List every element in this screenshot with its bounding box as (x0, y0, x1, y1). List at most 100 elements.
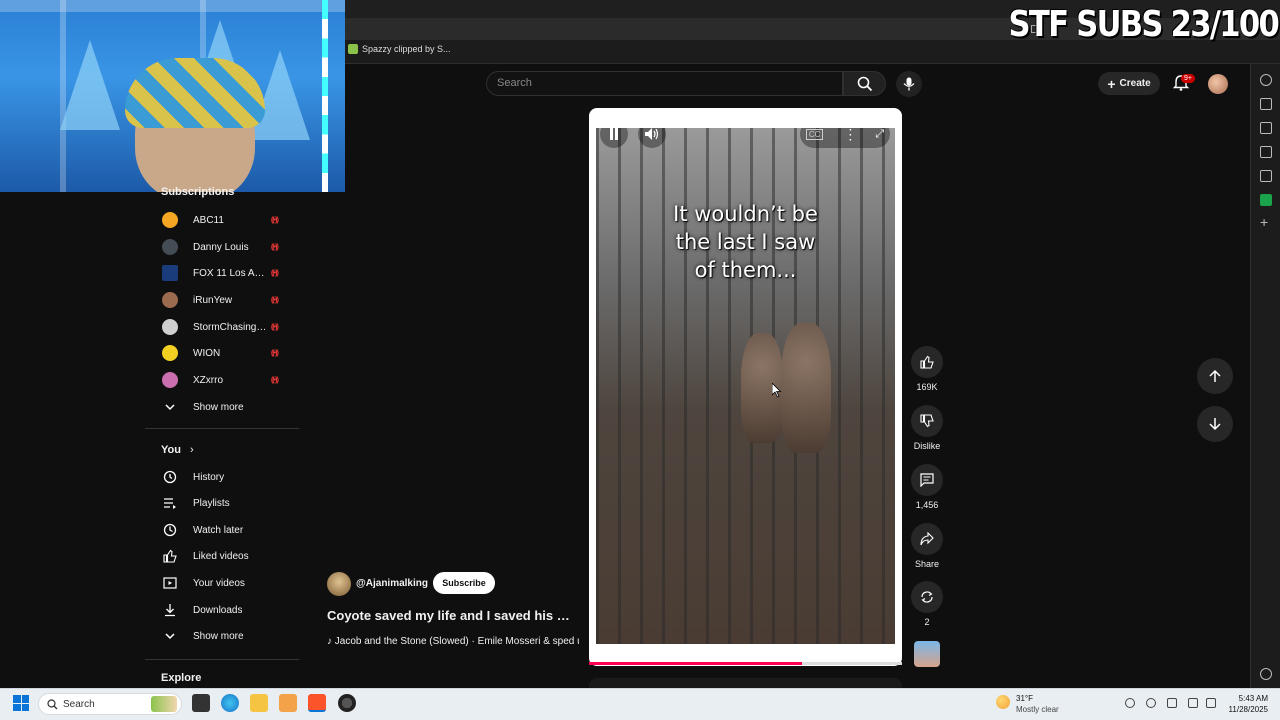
bookmark-favicon-icon (348, 44, 358, 54)
sidebar-item-playlists[interactable]: Playlists (145, 491, 295, 515)
weather-description: Mostly clear (1016, 705, 1059, 714)
sound-thumbnail[interactable] (914, 641, 940, 667)
sidebar-item-your-videos[interactable]: Your videos (145, 571, 295, 595)
channel-avatar (162, 319, 178, 335)
create-button[interactable]: + Create (1098, 72, 1160, 95)
like-button[interactable]: 169K (910, 346, 944, 392)
fullscreen-icon[interactable]: ⤢ (875, 128, 884, 141)
sidebar-item-downloads[interactable]: Downloads (145, 598, 295, 622)
tray-chevron-icon[interactable]: ^ (1102, 698, 1112, 708)
search-icon (857, 76, 872, 91)
volume-tray-icon[interactable] (1206, 698, 1216, 708)
subscription-item[interactable]: iRunYew ((•)) (145, 288, 295, 312)
live-icon: ((•)) (271, 296, 279, 304)
channel-avatar[interactable] (327, 572, 351, 596)
search-input[interactable]: Search (486, 71, 843, 96)
led-strip (322, 0, 328, 192)
microphone-tray-icon[interactable] (1167, 698, 1177, 708)
previous-short-button[interactable] (1197, 358, 1233, 394)
subscription-item[interactable]: Danny Louis ((•)) (145, 235, 295, 259)
live-icon: ((•)) (271, 349, 279, 357)
weather-icon[interactable] (996, 695, 1010, 709)
add-panel-icon[interactable]: + (1260, 214, 1268, 230)
you-label: You (161, 444, 181, 456)
remix-icon (921, 591, 933, 603)
voice-search-button[interactable] (896, 71, 922, 97)
share-label: Share (914, 559, 940, 569)
you-heading[interactable]: You › (161, 444, 194, 456)
coyote-figure (781, 323, 831, 453)
subscribe-button[interactable]: Subscribe (433, 572, 495, 594)
channel-name: XZxrro (193, 374, 223, 386)
captions-icon[interactable]: CC (805, 128, 824, 140)
more-options-icon[interactable]: ⋮ (843, 128, 857, 143)
sidebar-divider (145, 428, 299, 429)
sidebar-item-label: Watch later (193, 524, 244, 536)
account-avatar[interactable] (1208, 74, 1228, 94)
caption-line: of them... (694, 258, 797, 282)
kick-icon[interactable] (1260, 194, 1272, 206)
comment-icon (920, 473, 934, 487)
file-explorer-icon[interactable] (250, 694, 268, 712)
app-icon[interactable] (279, 694, 297, 712)
settings-gear-icon[interactable] (1260, 668, 1272, 680)
watch-later-icon (163, 523, 177, 537)
sidebar-item-history[interactable]: History (145, 465, 295, 489)
show-more-you[interactable]: Show more (145, 624, 295, 648)
notifications-badge: 9+ (1181, 74, 1195, 83)
tabs-icon[interactable] (1260, 98, 1272, 110)
network-icon[interactable] (1188, 698, 1198, 708)
sub-goal-overlay: STF SUBS 23/100 (1008, 4, 1279, 45)
arrow-up-icon (1209, 369, 1221, 382)
sidebar-item-watch-later[interactable]: Watch later (145, 518, 295, 542)
windows-start-icon[interactable] (13, 695, 29, 711)
subscription-item[interactable]: WION ((•)) (145, 341, 295, 365)
player-controls-group: CC ⋮ ⤢ (800, 128, 890, 148)
channel-avatar (162, 372, 178, 388)
live-icon: ((•)) (271, 243, 279, 251)
streamer-beanie (125, 58, 265, 128)
edge-icon[interactable] (221, 694, 239, 712)
subscription-item[interactable]: XZxrro ((•)) (145, 368, 295, 392)
obs-icon[interactable] (338, 694, 356, 712)
live-icon: ((•)) (271, 376, 279, 384)
subscription-item[interactable]: StormChasingVideo ((•)) (145, 315, 295, 339)
history-panel-icon[interactable] (1260, 122, 1272, 134)
bookmark-item[interactable]: Spazzy clipped by S... (348, 44, 451, 54)
comments-button[interactable]: 1,456 (910, 464, 944, 510)
dislike-button[interactable]: Dislike (910, 405, 944, 451)
subscription-item[interactable]: FOX 11 Los Angeles ((•)) (145, 261, 295, 285)
show-more-subscriptions[interactable]: Show more (145, 395, 295, 419)
brave-browser-icon[interactable] (308, 694, 326, 712)
channel-name: Danny Louis (193, 241, 249, 253)
taskbar-search[interactable]: Search (38, 693, 182, 715)
show-more-label: Show more (193, 401, 244, 413)
live-icon: ((•)) (271, 323, 279, 331)
taskbar-search-label: Search (63, 698, 95, 710)
volume-icon (645, 128, 659, 140)
your-videos-icon (163, 577, 177, 589)
subscriptions-heading[interactable]: Subscriptions (161, 186, 234, 198)
tray-app-icon[interactable] (1146, 698, 1156, 708)
subscription-item[interactable]: ABC11 ((•)) (145, 208, 295, 232)
clock-date[interactable]: 11/28/2025 (1222, 705, 1268, 714)
ai-assistant-icon[interactable] (1260, 74, 1272, 86)
remix-button[interactable]: 2 (910, 581, 944, 627)
search-button[interactable] (843, 71, 886, 96)
short-title[interactable]: Coyote saved my life and I saved his ma.… (327, 608, 579, 623)
pause-button[interactable] (600, 128, 628, 148)
tray-app-icon[interactable] (1125, 698, 1135, 708)
share-button[interactable]: Share (910, 523, 944, 569)
clock-time[interactable]: 5:43 AM (1238, 694, 1268, 703)
volume-button[interactable] (638, 128, 666, 148)
channel-name[interactable]: @Ajanimalking (356, 578, 428, 589)
channel-avatar (162, 292, 178, 308)
task-view-icon[interactable] (192, 694, 210, 712)
bookmarks-panel-icon[interactable] (1260, 146, 1272, 158)
sidebar-item-liked-videos[interactable]: Liked videos (145, 544, 295, 568)
reading-list-icon[interactable] (1260, 170, 1272, 182)
explore-heading: Explore (161, 672, 202, 684)
music-info[interactable]: ♪ Jacob and the Stone (Slowed) · Emile M… (327, 636, 579, 647)
next-short-button[interactable] (1197, 406, 1233, 442)
chevron-right-icon: › (190, 444, 194, 456)
